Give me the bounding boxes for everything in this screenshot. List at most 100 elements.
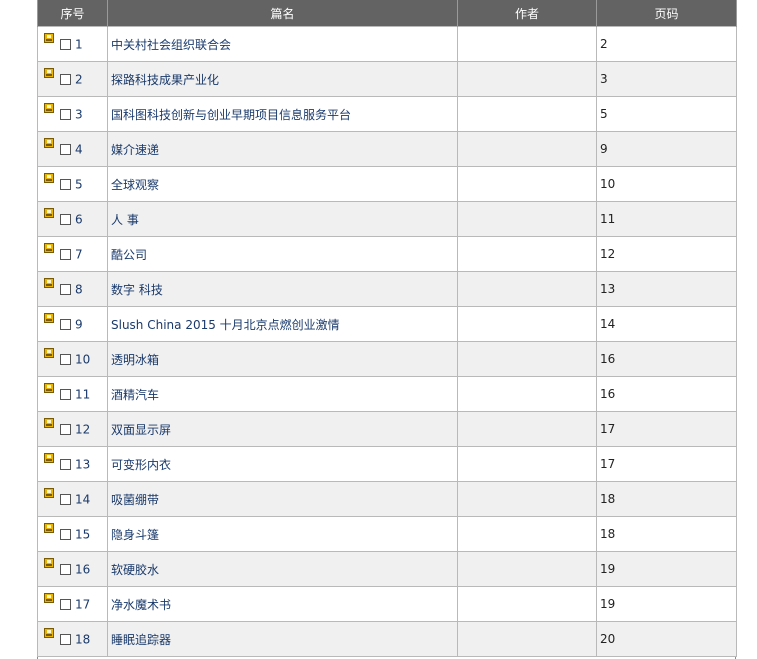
save-disk-icon[interactable] xyxy=(44,32,54,43)
article-title-link[interactable]: 双面显示屏 xyxy=(111,423,171,437)
article-title-link[interactable]: 国科图科技创新与创业早期项目信息服务平台 xyxy=(111,108,351,122)
article-title-link[interactable]: 人 事 xyxy=(111,213,139,227)
table-row: 10 透明冰箱 16 xyxy=(37,341,737,377)
row-checkbox[interactable] xyxy=(60,423,71,435)
article-title-link[interactable]: 隐身斗篷 xyxy=(111,528,159,542)
row-checkbox[interactable] xyxy=(60,633,71,645)
row-number-cell: 16 xyxy=(37,551,108,587)
title-cell: 净水魔术书 xyxy=(107,586,458,622)
row-checkbox[interactable] xyxy=(60,458,71,470)
page-number-cell: 16 xyxy=(596,376,737,412)
row-number: 3 xyxy=(75,107,83,122)
row-checkbox[interactable] xyxy=(60,248,71,260)
page-number-cell: 14 xyxy=(596,306,737,342)
page-number-cell: 20 xyxy=(596,621,737,657)
row-checkbox[interactable] xyxy=(60,563,71,575)
article-title-link[interactable]: 可变形内衣 xyxy=(111,458,171,472)
header-no[interactable]: 序号 xyxy=(37,0,108,27)
row-number: 10 xyxy=(75,352,91,367)
table-row: 7 酷公司 12 xyxy=(37,236,737,272)
row-number-cell: 14 xyxy=(37,481,108,517)
article-title-link[interactable]: 探路科技成果产业化 xyxy=(111,73,219,87)
table-row: 11 酒精汽车 16 xyxy=(37,376,737,412)
article-title-link[interactable]: 中关村社会组织联合会 xyxy=(111,38,231,52)
save-disk-icon[interactable] xyxy=(44,137,54,148)
row-checkbox[interactable] xyxy=(60,38,71,50)
save-disk-icon[interactable] xyxy=(44,627,54,638)
row-number: 11 xyxy=(75,387,91,402)
save-disk-icon[interactable] xyxy=(44,592,54,603)
article-title-link[interactable]: 吸菌绷带 xyxy=(111,493,159,507)
article-title-link[interactable]: 净水魔术书 xyxy=(111,598,171,612)
header-page[interactable]: 页码 xyxy=(596,0,737,27)
row-number: 9 xyxy=(75,317,83,332)
row-number: 5 xyxy=(75,177,83,192)
article-title-link[interactable]: 酷公司 xyxy=(111,248,147,262)
page-number-cell: 5 xyxy=(596,96,737,132)
author-cell xyxy=(457,131,597,167)
row-checkbox[interactable] xyxy=(60,493,71,505)
article-title-link[interactable]: 透明冰箱 xyxy=(111,353,159,367)
page-number-cell: 2 xyxy=(596,26,737,62)
row-checkbox[interactable] xyxy=(60,108,71,120)
save-disk-icon[interactable] xyxy=(44,277,54,288)
row-number-cell: 4 xyxy=(37,131,108,167)
article-title-link[interactable]: 软硬胶水 xyxy=(111,563,159,577)
header-title[interactable]: 篇名 xyxy=(107,0,458,27)
row-checkbox[interactable] xyxy=(60,213,71,225)
row-number-cell: 18 xyxy=(37,621,108,657)
row-checkbox[interactable] xyxy=(60,178,71,190)
save-disk-icon[interactable] xyxy=(44,487,54,498)
save-disk-icon[interactable] xyxy=(44,522,54,533)
row-number-cell: 11 xyxy=(37,376,108,412)
row-checkbox[interactable] xyxy=(60,353,71,365)
row-number: 4 xyxy=(75,142,83,157)
author-cell xyxy=(457,236,597,272)
row-checkbox[interactable] xyxy=(60,143,71,155)
article-title-link[interactable]: 酒精汽车 xyxy=(111,388,159,402)
author-cell xyxy=(457,586,597,622)
save-disk-icon[interactable] xyxy=(44,347,54,358)
author-cell xyxy=(457,446,597,482)
save-disk-icon[interactable] xyxy=(44,452,54,463)
page-number-cell: 17 xyxy=(596,411,737,447)
row-number: 17 xyxy=(75,597,91,612)
page-number-cell: 18 xyxy=(596,516,737,552)
row-checkbox[interactable] xyxy=(60,318,71,330)
article-table: 序号 篇名 作者 页码 1 中关村社会组织联合会 2 2 探路科技成果产业化 3 3 国科图科… xyxy=(37,0,737,657)
article-title-link[interactable]: Slush China 2015 十月北京点燃创业激情 xyxy=(111,318,340,332)
save-disk-icon[interactable] xyxy=(44,417,54,428)
article-title-link[interactable]: 媒介速递 xyxy=(111,143,159,157)
article-title-link[interactable]: 睡眠追踪器 xyxy=(111,633,171,647)
save-disk-icon[interactable] xyxy=(44,67,54,78)
article-title-link[interactable]: 全球观察 xyxy=(111,178,159,192)
row-checkbox[interactable] xyxy=(60,283,71,295)
title-cell: 酒精汽车 xyxy=(107,376,458,412)
row-number-cell: 9 xyxy=(37,306,108,342)
row-checkbox[interactable] xyxy=(60,528,71,540)
save-disk-icon[interactable] xyxy=(44,242,54,253)
row-number-cell: 2 xyxy=(37,61,108,97)
row-checkbox[interactable] xyxy=(60,598,71,610)
row-checkbox[interactable] xyxy=(60,388,71,400)
author-cell xyxy=(457,306,597,342)
table-row: 13 可变形内衣 17 xyxy=(37,446,737,482)
page-number-cell: 13 xyxy=(596,271,737,307)
save-disk-icon[interactable] xyxy=(44,557,54,568)
save-disk-icon[interactable] xyxy=(44,207,54,218)
row-number: 6 xyxy=(75,212,83,227)
save-disk-icon[interactable] xyxy=(44,102,54,113)
row-number: 16 xyxy=(75,562,91,577)
row-number-cell: 3 xyxy=(37,96,108,132)
header-author[interactable]: 作者 xyxy=(457,0,597,27)
row-checkbox[interactable] xyxy=(60,73,71,85)
article-title-link[interactable]: 数字 科技 xyxy=(111,283,163,297)
author-cell xyxy=(457,341,597,377)
save-disk-icon[interactable] xyxy=(44,172,54,183)
table-row: 6 人 事 11 xyxy=(37,201,737,237)
save-disk-icon[interactable] xyxy=(44,312,54,323)
title-cell: 数字 科技 xyxy=(107,271,458,307)
save-disk-icon[interactable] xyxy=(44,382,54,393)
table-row: 17 净水魔术书 19 xyxy=(37,586,737,622)
page-number-cell: 12 xyxy=(596,236,737,272)
